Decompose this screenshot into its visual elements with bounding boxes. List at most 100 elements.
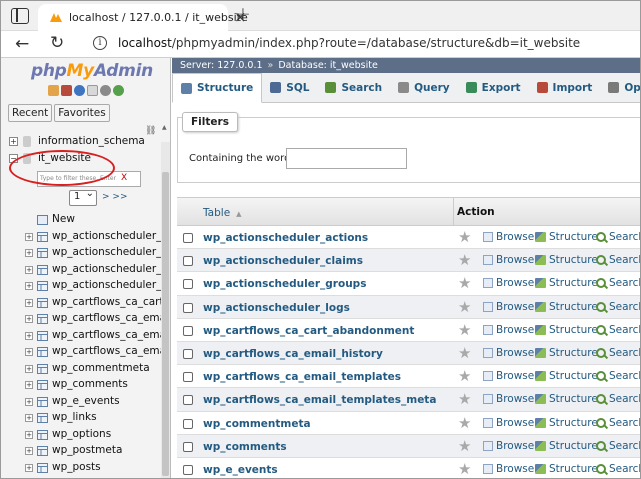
expand-icon[interactable]: + — [25, 249, 33, 257]
browse-link[interactable]: Browse — [483, 370, 534, 382]
expand-icon[interactable]: + — [25, 463, 33, 472]
expand-icon[interactable]: + — [25, 447, 33, 455]
nav-table-label[interactable]: wp_comments — [52, 378, 128, 390]
nav-scrollbar[interactable] — [161, 142, 170, 478]
nav-table-label[interactable]: wp_cartflows_ca_email_hi — [52, 312, 170, 324]
favorite-star-icon[interactable]: ★ — [458, 251, 471, 269]
row-checkbox[interactable] — [183, 348, 193, 359]
search-link[interactable]: Search — [596, 324, 640, 336]
table-name-link[interactable]: wp_e_events — [203, 464, 278, 476]
table-name-link[interactable]: wp_cartflows_ca_email_history — [203, 348, 383, 360]
reload-icon[interactable]: ↻ — [50, 33, 64, 53]
favorite-star-icon[interactable]: ★ — [458, 344, 471, 362]
sidebar-toggle-icon[interactable] — [11, 8, 29, 24]
expand-icon[interactable]: + — [25, 315, 33, 323]
nav-table-label[interactable]: wp_cartflows_ca_cart_aba — [52, 296, 170, 308]
expand-icon[interactable]: + — [25, 282, 33, 290]
docs-icon[interactable] — [87, 85, 98, 96]
db-label[interactable]: information_schema — [38, 135, 145, 147]
search-link[interactable]: Search — [596, 370, 640, 382]
new-table-label[interactable]: New — [52, 213, 75, 225]
nav-table-item[interactable]: + wp_postmeta — [1, 443, 161, 460]
favorites-button[interactable]: Favorites — [54, 104, 110, 122]
nav-table-label[interactable]: wp_posts — [52, 461, 101, 473]
favorite-star-icon[interactable]: ★ — [458, 228, 471, 246]
back-arrow-icon[interactable]: ← — [15, 34, 29, 54]
search-link[interactable]: Search — [596, 417, 640, 429]
table-name-link[interactable]: wp_cartflows_ca_email_templates — [203, 371, 401, 383]
nav-table-label[interactable]: wp_actionscheduler_claim — [52, 246, 170, 258]
structure-link[interactable]: Structure — [535, 463, 598, 475]
nav-table-item[interactable]: + wp_actionscheduler_group — [1, 262, 170, 279]
browse-link[interactable]: Browse — [483, 393, 534, 405]
nav-table-item[interactable]: + wp_links — [1, 410, 161, 427]
tab-operations[interactable]: Operations — [600, 73, 640, 102]
settings-gear-icon[interactable] — [100, 85, 111, 96]
nav-table-item[interactable]: + wp_commentmeta — [1, 361, 161, 378]
favorite-star-icon[interactable]: ★ — [458, 460, 471, 478]
nav-table-label[interactable]: wp_cartflows_ca_email_te — [52, 345, 170, 357]
table-name-link[interactable]: wp_cartflows_ca_email_templates_meta — [203, 394, 436, 406]
expand-icon[interactable]: + — [25, 331, 33, 340]
table-name-link[interactable]: wp_actionscheduler_actions — [203, 232, 368, 244]
favorite-star-icon[interactable]: ★ — [458, 390, 471, 408]
page-next-link[interactable]: > >> — [102, 192, 127, 202]
structure-link[interactable]: Structure — [535, 393, 598, 405]
row-checkbox[interactable] — [183, 325, 193, 336]
favorite-star-icon[interactable]: ★ — [458, 437, 471, 455]
favorite-star-icon[interactable]: ★ — [458, 274, 471, 292]
row-checkbox[interactable] — [183, 302, 193, 313]
site-info-icon[interactable]: i — [93, 36, 107, 50]
table-name-link[interactable]: wp_commentmeta — [203, 418, 311, 430]
nav-table-label[interactable]: wp_options — [52, 428, 111, 440]
table-name-link[interactable]: wp_actionscheduler_claims — [203, 255, 363, 267]
browser-tab-active[interactable]: localhost / 127.0.0.1 / it_website × — [38, 4, 248, 31]
tree-new-table[interactable]: New — [1, 212, 161, 229]
nav-table-item[interactable]: + wp_cartflows_ca_email_te — [1, 328, 170, 345]
tree-db-information-schema[interactable]: + information_schema — [1, 134, 161, 151]
browse-link[interactable]: Browse — [483, 324, 534, 336]
favorite-star-icon[interactable]: ★ — [458, 321, 471, 339]
browse-link[interactable]: Browse — [483, 301, 534, 313]
nav-table-item[interactable]: + wp_e_events — [1, 394, 161, 411]
breadcrumb-server[interactable]: Server: 127.0.0.1 — [180, 60, 263, 71]
nav-table-item[interactable]: + wp_cartflows_ca_cart_aba — [1, 295, 170, 312]
browse-link[interactable]: Browse — [483, 254, 534, 266]
expand-icon[interactable]: + — [25, 265, 33, 274]
recent-button[interactable]: Recent — [8, 104, 53, 122]
tab-export[interactable]: Export — [458, 73, 529, 102]
nav-table-item[interactable]: + wp_cartflows_ca_email_te — [1, 344, 170, 361]
page-select[interactable]: 1 — [69, 188, 97, 206]
search-link[interactable]: Search — [596, 463, 640, 475]
nav-table-item[interactable]: + wp_cartflows_ca_email_hi — [1, 311, 170, 328]
new-tab-icon[interactable]: + — [235, 3, 251, 25]
expand-icon[interactable]: + — [9, 137, 18, 146]
browse-link[interactable]: Browse — [483, 347, 534, 359]
reload-nav-icon[interactable] — [113, 85, 124, 96]
row-checkbox[interactable] — [183, 372, 193, 383]
nav-table-item[interactable]: + wp_posts — [1, 460, 161, 477]
tab-query[interactable]: Query — [390, 73, 458, 102]
nav-table-item[interactable]: + wp_options — [1, 427, 161, 444]
row-checkbox[interactable] — [183, 256, 193, 267]
expand-icon[interactable]: + — [25, 430, 33, 439]
search-link[interactable]: Search — [596, 347, 640, 359]
nav-table-label[interactable]: wp_cartflows_ca_email_te — [52, 329, 170, 341]
expand-icon[interactable]: + — [25, 348, 33, 356]
help-icon[interactable] — [74, 85, 85, 96]
tab-search[interactable]: Search — [317, 73, 390, 102]
favorite-star-icon[interactable]: ★ — [458, 414, 471, 432]
filter-clear-icon[interactable]: X — [121, 173, 127, 183]
browse-link[interactable]: Browse — [483, 231, 534, 243]
nav-table-label[interactable]: wp_postmeta — [52, 444, 122, 456]
scroll-up-icon[interactable]: ▲ — [162, 124, 167, 131]
structure-link[interactable]: Structure — [535, 324, 598, 336]
structure-link[interactable]: Structure — [535, 254, 598, 266]
favorite-star-icon[interactable]: ★ — [458, 298, 471, 316]
browse-link[interactable]: Browse — [483, 463, 534, 475]
nav-table-label[interactable]: wp_actionscheduler_logs — [52, 279, 170, 291]
nav-table-label[interactable]: wp_e_events — [52, 395, 120, 407]
nav-table-label[interactable]: wp_actionscheduler_group — [52, 263, 170, 275]
structure-link[interactable]: Structure — [535, 417, 598, 429]
browse-link[interactable]: Browse — [483, 277, 534, 289]
